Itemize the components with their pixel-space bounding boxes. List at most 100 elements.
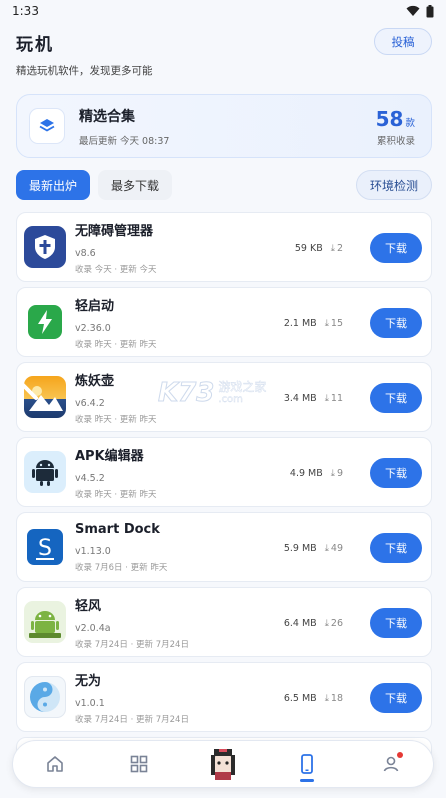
phone-icon [301,754,313,774]
app-stats: 6.5 MB ⤓ 18 [284,693,343,704]
app-stats: 5.9 MB ⤓ 49 [284,543,343,554]
app-version: v2.36.0 [75,322,111,334]
app-dates: 收录 昨天 · 更新 昨天 [75,489,157,500]
page-subtitle: 精选玩机软件，发现更多可能 [16,65,153,77]
app-downloads: 2 [336,243,343,254]
app-downloads: 15 [330,318,343,329]
app-stats: 6.4 MB ⤓ 26 [284,618,343,629]
app-version: v2.0.4a [75,622,111,634]
app-name: 无障碍管理器 [75,223,154,239]
app-size: 6.4 MB [283,618,317,629]
list-item[interactable]: 无障碍管理器 v8.6 收录 今天 · 更新 今天 59 KB ⤓ 2 下载 [16,212,432,282]
nav-avatar-center[interactable] [203,744,243,784]
download-arrow-icon: ⤓ [330,468,335,479]
list-item[interactable]: APK编辑器 v4.5.2 收录 昨天 · 更新 昨天 4.9 MB ⤓ 9 下载 [16,437,432,507]
battery-icon [426,4,434,17]
download-arrow-icon: ⤓ [324,318,329,329]
bottom-navigation [12,740,434,788]
app-version: v1.13.0 [75,545,111,557]
collection-count-unit: 款 [405,118,415,129]
status-bar: 1:33 [0,0,446,22]
download-button[interactable]: 下载 [370,308,422,338]
app-downloads: 26 [330,618,343,629]
notification-dot [397,752,403,758]
app-size: 4.9 MB [289,468,323,479]
app-size: 59 KB [294,243,323,254]
wifi-icon [406,5,420,16]
app-size: 5.9 MB [283,543,317,554]
download-button[interactable]: 下载 [370,458,422,488]
collection-title: 精选合集 [79,108,135,125]
collection-count-number: 58 [375,107,404,131]
wuwei-app-icon [24,676,66,718]
environment-check-button[interactable]: 环境检测 [355,170,432,200]
download-button[interactable]: 下载 [370,608,422,638]
download-arrow-icon: ⤓ [324,618,329,629]
grid-icon [130,755,148,773]
list-item[interactable]: 无为 v1.0.1 收录 7月24日 · 更新 7月24日 6.5 MB ⤓ 18… [16,662,432,732]
quick-launch-app-icon [24,301,66,343]
download-arrow-icon: ⤓ [324,393,329,404]
app-stats: 4.9 MB ⤓ 9 [290,468,343,479]
nav-apps[interactable] [287,744,327,784]
collection-count-label: 累积收录 [376,136,415,147]
app-dates: 收录 7月6日 · 更新 昨天 [75,562,168,573]
app-downloads: 18 [330,693,343,704]
app-version: v8.6 [75,247,96,259]
tab-most-downloaded[interactable]: 最多下载 [98,170,173,200]
app-stats: 3.4 MB ⤓ 11 [284,393,343,404]
nav-home[interactable] [35,744,75,784]
qingfeng-app-icon [24,601,66,643]
status-icons [406,4,434,18]
app-version: v1.0.1 [75,697,105,709]
app-size: 3.4 MB [283,393,317,404]
mascot-avatar-icon [211,749,235,780]
download-arrow-icon: ⤓ [324,693,329,704]
status-time: 1:33 [12,4,39,18]
app-version: v6.4.2 [75,397,105,409]
featured-collection-card[interactable]: 精选合集 最后更新 今天 08:37 58 款 累积收录 [16,94,432,158]
home-icon [47,756,63,772]
download-button[interactable]: 下载 [370,683,422,713]
app-downloads: 11 [330,393,343,404]
tab-latest[interactable]: 最新出炉 [16,170,91,200]
collection-count: 58 款 累积收录 [376,107,415,147]
download-button[interactable]: 下载 [370,383,422,413]
app-name: APK编辑器 [75,448,144,464]
app-dates: 收录 7月24日 · 更新 7月24日 [75,714,189,725]
layers-icon [29,108,65,144]
page-title: 玩机 [16,35,54,55]
nav-profile[interactable] [371,744,411,784]
app-list: 无障碍管理器 v8.6 收录 今天 · 更新 今天 59 KB ⤓ 2 下载 轻启… [16,212,432,777]
download-button[interactable]: 下载 [370,233,422,263]
app-size: 6.5 MB [283,693,317,704]
download-button[interactable]: 下载 [370,533,422,563]
app-name: 轻风 [75,598,102,614]
nav-grid[interactable] [119,744,159,784]
app-downloads: 49 [330,543,343,554]
accessibility-manager-app-icon [24,226,66,268]
collection-updated: 最后更新 今天 08:37 [79,135,170,147]
svg-text:S: S [38,536,52,561]
list-item[interactable]: 炼妖壶 v6.4.2 收录 昨天 · 更新 昨天 3.4 MB ⤓ 11 下载 [16,362,432,432]
list-item[interactable]: 轻风 v2.0.4a 收录 7月24日 · 更新 7月24日 6.4 MB ⤓ 2… [16,587,432,657]
header: 玩机 精选玩机软件，发现更多可能 投稿 [0,22,446,82]
app-downloads: 9 [336,468,343,479]
app-dates: 收录 昨天 · 更新 昨天 [75,414,157,425]
list-item[interactable]: S Smart Dock v1.13.0 收录 7月6日 · 更新 昨天 5.9… [16,512,432,582]
app-dates: 收录 昨天 · 更新 昨天 [75,339,157,350]
apk-editor-app-icon [24,451,66,493]
app-stats: 59 KB ⤓ 2 [295,243,343,254]
submit-button[interactable]: 投稿 [374,28,432,55]
filter-tabs: 最新出炉 最多下载 环境检测 [16,170,432,202]
download-arrow-icon: ⤓ [324,543,329,554]
app-name: 轻启动 [75,298,115,314]
app-version: v4.5.2 [75,472,105,484]
app-size: 2.1 MB [283,318,317,329]
back-arrow-icon[interactable] [14,362,42,406]
app-dates: 收录 今天 · 更新 今天 [75,264,157,275]
smart-dock-app-icon: S [24,526,66,568]
app-name: Smart Dock [75,521,160,537]
list-item[interactable]: 轻启动 v2.36.0 收录 昨天 · 更新 昨天 2.1 MB ⤓ 15 下载 [16,287,432,357]
download-arrow-icon: ⤓ [330,243,335,254]
